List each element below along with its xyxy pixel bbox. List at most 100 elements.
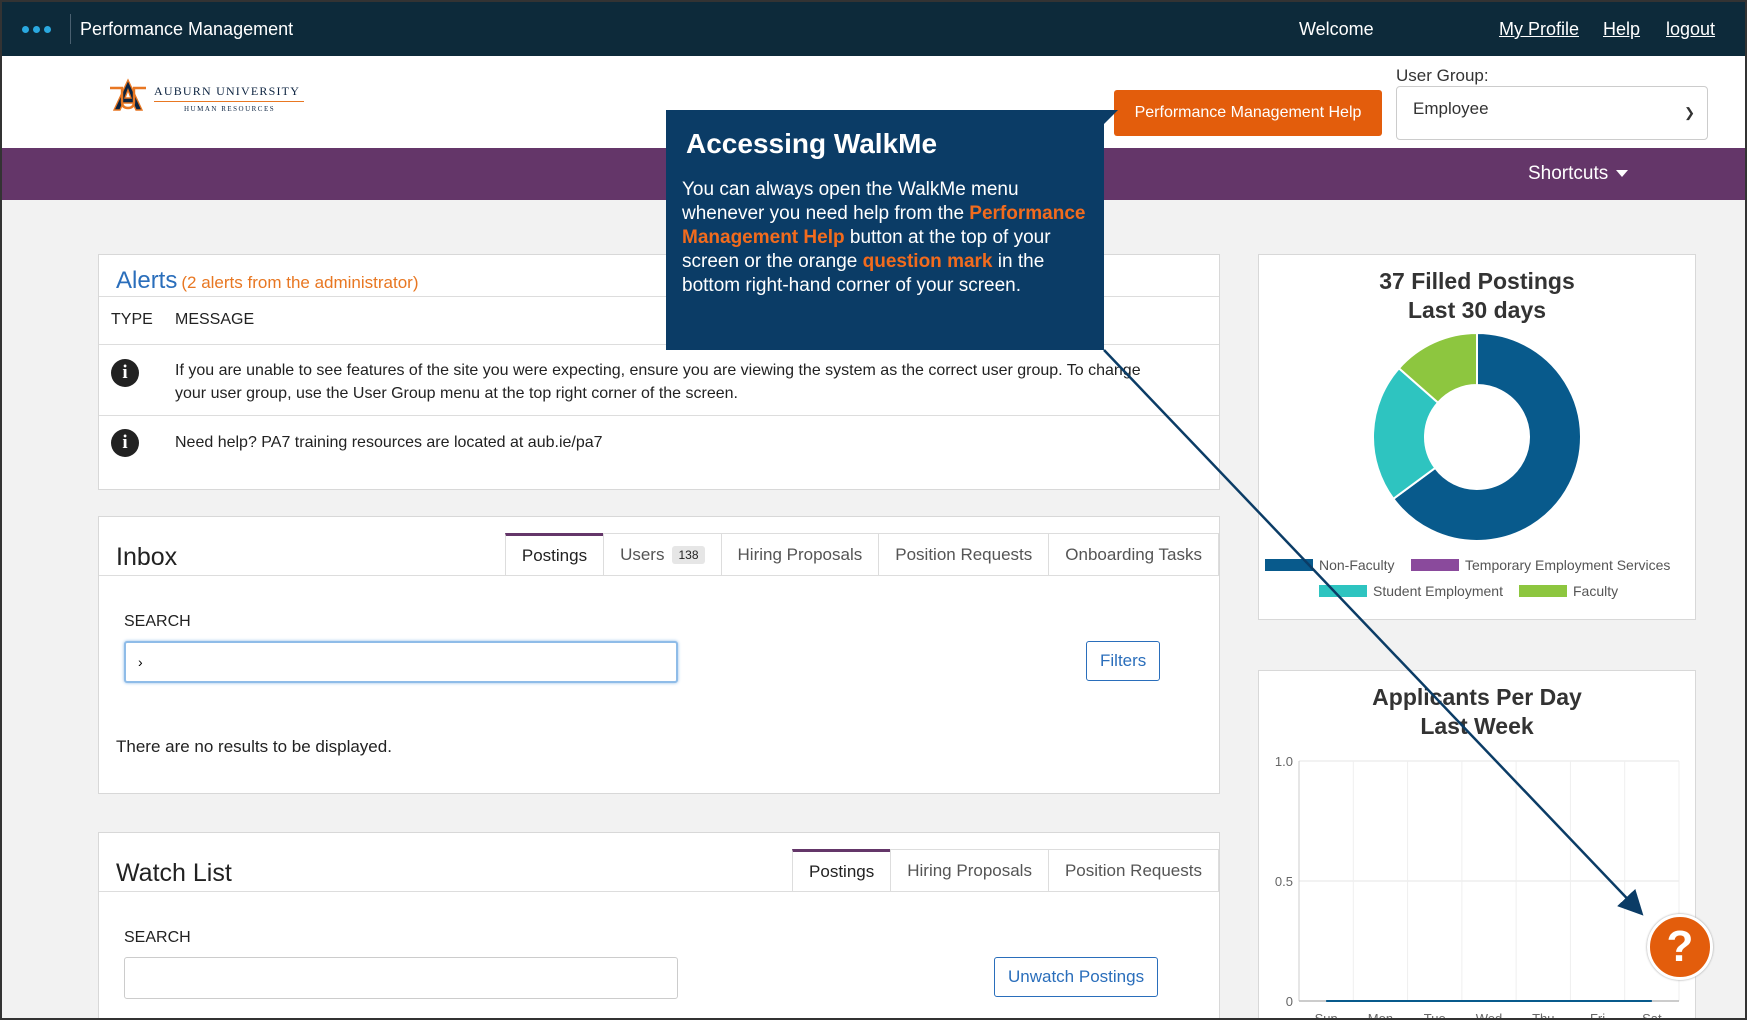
tab-label: Position Requests [895, 544, 1033, 564]
tooltip-body: You can always open the WalkMe menu when… [682, 178, 1092, 298]
chart-title: 37 Filled Postings [1379, 268, 1575, 294]
app-menu-icon[interactable] [22, 22, 54, 36]
chart-subtitle: Last Week [1420, 713, 1534, 739]
user-group-select[interactable]: Employee ❯ [1396, 86, 1708, 140]
app-title: Performance Management [80, 19, 294, 39]
tab-position-requests[interactable]: Position Requests [878, 533, 1050, 575]
watch-list-card: Watch List Postings Hiring Proposals Pos… [98, 832, 1220, 1018]
tab-hiring-proposals[interactable]: Hiring Proposals [890, 849, 1049, 891]
welcome-text: Welcome [1299, 19, 1374, 39]
shortcuts-menu[interactable]: Shortcuts [1528, 163, 1629, 185]
col-message: MESSAGE [175, 311, 255, 328]
watch-list-title: Watch List [116, 859, 232, 887]
alerts-title: Alerts [116, 267, 178, 294]
alerts-count: (2 alerts from the administrator) [181, 273, 419, 292]
tab-postings[interactable]: Postings [792, 849, 892, 891]
y-tick-label: 1.0 [1275, 754, 1293, 769]
tab-onboarding-tasks[interactable]: Onboarding Tasks [1048, 533, 1219, 575]
logo-title: AUBURN UNIVERSITY [154, 84, 301, 98]
legend-label: Temporary Employment Services [1465, 557, 1671, 573]
tooltip-highlight: question mark [862, 251, 993, 272]
shortcuts-label: Shortcuts [1528, 163, 1609, 184]
logout-link[interactable]: logout [1666, 19, 1715, 40]
legend-swatch [1519, 585, 1567, 597]
legend-swatch [1265, 559, 1313, 571]
donut-chart [1372, 331, 1582, 542]
tooltip-title: Accessing WalkMe [686, 128, 938, 159]
logo-rule [154, 101, 304, 102]
tab-postings[interactable]: Postings [504, 533, 605, 575]
tab-underline [99, 575, 1219, 576]
logo-subtitle: HUMAN RESOURCES [184, 105, 276, 113]
filled-postings-chart-card: 37 Filled Postings Last 30 days Non-Facu… [1258, 254, 1696, 620]
legend-swatch [1411, 559, 1459, 571]
col-type: TYPE [111, 311, 153, 328]
watch-search-label: SEARCH [124, 929, 191, 946]
chart-title: Applicants Per Day [1372, 684, 1582, 710]
legend-temporary-employment[interactable]: Temporary Employment Services [1411, 557, 1670, 573]
watch-list-tabs: Postings Hiring Proposals Position Reque… [792, 849, 1219, 891]
x-tick-label: Thu [1532, 1011, 1554, 1020]
info-icon: i [111, 429, 139, 457]
tab-label: Hiring Proposals [907, 860, 1032, 880]
x-tick-label: Sun [1315, 1011, 1338, 1020]
x-tick-label: Fri [1590, 1011, 1605, 1020]
tab-users[interactable]: Users 138 [603, 533, 722, 575]
empty-results-message: There are no results to be displayed. [116, 737, 392, 756]
tab-label: Postings [809, 861, 875, 881]
caret-down-icon [1616, 170, 1629, 178]
tab-label: Hiring Proposals [737, 544, 863, 564]
tab-underline [99, 891, 1219, 892]
alert-message: If you are unable to see features of the… [175, 362, 1141, 402]
line-chart: 1.0 0.5 0 Sun Mon Tue Wed Thu Fri Sat [1275, 754, 1680, 1020]
filters-button[interactable]: Filters [1086, 641, 1161, 681]
legend-label: Non-Faculty [1319, 557, 1395, 573]
top-bar: Performance Management Welcome My Profil… [2, 2, 1745, 56]
inbox-search-input[interactable] [124, 641, 678, 683]
my-profile-link[interactable]: My Profile [1499, 19, 1579, 40]
x-tick-label: Wed [1476, 1011, 1503, 1020]
user-group-label: User Group: [1396, 66, 1489, 85]
chart-subtitle: Last 30 days [1407, 297, 1547, 323]
x-tick-label: Tue [1424, 1011, 1446, 1020]
legend-faculty[interactable]: Faculty [1519, 583, 1618, 599]
app-frame: Performance Management Welcome My Profil… [0, 0, 1747, 1020]
y-tick-label: 0.5 [1275, 874, 1293, 889]
inbox-title: Inbox [116, 543, 178, 571]
x-tick-label: Mon [1368, 1011, 1393, 1020]
users-count-badge: 138 [672, 545, 705, 564]
help-link[interactable]: Help [1603, 19, 1640, 40]
chevron-down-icon: ❯ [1684, 105, 1695, 120]
legend-student-employment[interactable]: Student Employment [1319, 583, 1503, 599]
alerts-header: Alerts (2 alerts from the administrator) [116, 267, 419, 295]
au-logo-icon [110, 78, 146, 111]
alerts-divider [99, 415, 1219, 416]
legend-non-faculty[interactable]: Non-Faculty [1265, 557, 1394, 573]
auburn-logo[interactable]: AUBURN UNIVERSITY HUMAN RESOURCES [108, 78, 308, 122]
inbox-tabs: Postings Users 138 Hiring Proposals Posit… [504, 533, 1219, 575]
watch-search-input[interactable] [124, 957, 678, 999]
unwatch-postings-button[interactable]: Unwatch Postings [994, 957, 1159, 997]
tab-label: Position Requests [1064, 860, 1202, 880]
question-mark-help-icon[interactable]: ? [1647, 914, 1713, 980]
tab-position-requests[interactable]: Position Requests [1047, 849, 1219, 891]
tab-label: Postings [521, 545, 588, 565]
inbox-search-label: SEARCH [124, 613, 191, 630]
tooltip-corner [1104, 110, 1118, 124]
applicants-chart-card: Applicants Per Day Last Week 1.0 0.5 0 Sun M… [1258, 670, 1696, 1020]
legend-label: Student Employment [1373, 583, 1503, 599]
legend-swatch [1319, 585, 1367, 597]
y-tick-label: 0 [1286, 994, 1293, 1009]
tab-label: Onboarding Tasks [1065, 544, 1202, 564]
legend-label: Faculty [1573, 583, 1619, 599]
topbar-divider [70, 14, 71, 44]
user-group-value: Employee [1413, 99, 1489, 118]
tab-label: Users [620, 544, 665, 564]
x-tick-label: Sat [1642, 1011, 1662, 1020]
performance-management-help-button[interactable]: Performance Management Help [1114, 90, 1382, 136]
info-icon: i [111, 359, 139, 387]
tab-hiring-proposals[interactable]: Hiring Proposals [720, 533, 880, 575]
inbox-card: Inbox Postings Users 138 Hiring Proposals… [98, 516, 1220, 794]
walkme-tooltip: Accessing WalkMe You can always open the… [666, 110, 1104, 350]
alert-message: Need help? PA7 training resources are lo… [175, 434, 603, 451]
